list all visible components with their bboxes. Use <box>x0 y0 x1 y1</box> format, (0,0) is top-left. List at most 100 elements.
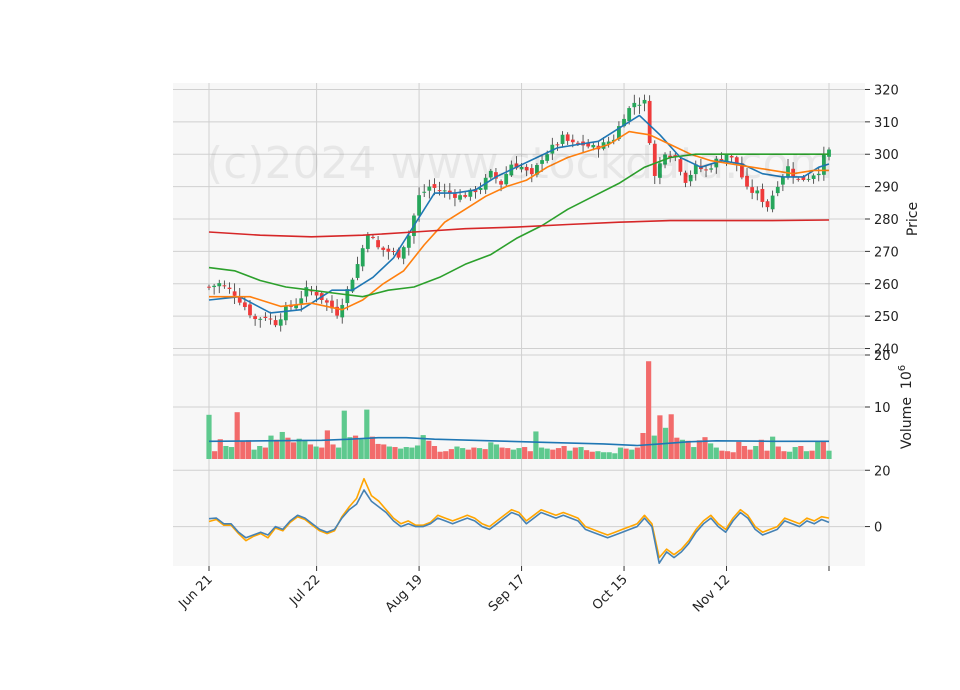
volume-bar <box>307 444 314 459</box>
candle-body <box>278 319 283 326</box>
candle-body <box>217 283 222 287</box>
candle-body <box>340 304 345 318</box>
stock-chart: 240 250 260 270 280 290 300 310 320 10 20 0 20 Jun… <box>0 0 960 690</box>
volume-bar <box>409 447 415 459</box>
volume-bar <box>510 449 516 459</box>
x-tick-label-0: Jun 21 <box>176 572 216 612</box>
candle-body <box>417 195 421 216</box>
volume-bar <box>398 448 404 459</box>
volume-bar <box>319 447 325 459</box>
candle-body <box>360 248 365 267</box>
volume-bar <box>826 450 832 459</box>
volume-bar <box>212 451 218 459</box>
volume-bar <box>753 446 759 459</box>
volume-bar <box>336 447 342 459</box>
volume-bar <box>471 447 477 459</box>
volume-bar <box>600 452 607 459</box>
volume-bar <box>708 443 714 459</box>
candle-body <box>324 300 329 303</box>
candle-body <box>453 193 457 198</box>
candle-body <box>437 190 442 192</box>
volume-bar <box>606 452 612 459</box>
volume-bar <box>691 447 697 459</box>
volume-bar <box>668 414 674 459</box>
volume-bar <box>533 431 539 459</box>
volume-axis-label-main: Volume <box>899 397 915 449</box>
volume-bar <box>465 449 471 459</box>
candle-body <box>283 306 288 321</box>
candle-body <box>770 195 775 210</box>
candle-body <box>765 201 770 208</box>
volume-bar <box>274 439 280 459</box>
candle-body <box>637 104 642 106</box>
volume-bar <box>488 442 494 459</box>
volume-bar <box>257 446 263 459</box>
volume-bar <box>454 446 460 459</box>
candle-body <box>406 235 411 248</box>
candle-body <box>299 298 304 304</box>
volume-bar <box>747 449 753 459</box>
volume-bar <box>550 449 556 459</box>
candle-body <box>391 251 396 253</box>
volume-bar <box>544 448 550 459</box>
volume-bar <box>578 447 584 459</box>
volume-bar <box>724 451 731 459</box>
candle-body <box>253 316 258 320</box>
volume-bar <box>217 439 223 459</box>
volume-bar <box>290 442 297 459</box>
volume-bar <box>296 438 302 459</box>
candle-body <box>422 191 427 193</box>
volume-bar <box>431 446 438 459</box>
volume-ytick-label-1: 20 <box>874 349 891 364</box>
candle-body <box>263 316 268 319</box>
price-ytick-label-8: 320 <box>874 83 899 98</box>
volume-bar <box>657 415 663 459</box>
volume-bar <box>223 446 229 459</box>
price-ytick-label-4: 280 <box>874 213 899 228</box>
volume-bar <box>437 451 443 459</box>
volume-bar <box>770 436 776 459</box>
volume-bar <box>623 448 629 459</box>
candle-body <box>222 285 227 287</box>
price-ytick-label-7: 310 <box>874 116 899 131</box>
candle-body <box>268 318 273 320</box>
volume-bar <box>595 451 601 459</box>
x-tick-label-4: Oct 15 <box>590 572 631 613</box>
price-ytick-label-6: 300 <box>874 148 899 163</box>
x-axis: Jun 21 Jul 22 Aug 19 Sep 17 Oct 15 Nov 12 <box>176 566 830 615</box>
volume-bar <box>792 447 798 459</box>
volume-bar <box>313 446 319 459</box>
volume-bar <box>268 435 274 459</box>
volume-bar <box>803 451 810 459</box>
candle-body <box>632 102 637 108</box>
volume-bar <box>719 450 725 459</box>
volume-bar <box>567 450 573 459</box>
price-ytick-label-1: 250 <box>874 310 899 325</box>
volume-bar <box>460 448 466 459</box>
candle-body <box>760 188 765 202</box>
oscillator-ytick-label-0: 0 <box>874 521 882 536</box>
volume-bar <box>629 449 635 459</box>
volume-bar <box>798 446 804 459</box>
x-tick-label-3: Sep 17 <box>486 572 529 615</box>
volume-bar <box>730 452 736 459</box>
volume-bar <box>696 440 702 459</box>
volume-bar <box>634 447 640 459</box>
volume-bar <box>764 450 770 459</box>
candle-body <box>463 195 468 197</box>
candle-body <box>381 247 386 250</box>
candle-body <box>258 318 263 320</box>
volume-bar <box>815 441 821 459</box>
volume-bar <box>516 448 522 459</box>
volume-bar <box>713 447 719 459</box>
volume-bar <box>302 440 308 459</box>
chart-canvas: 240250260270280290300310320 1020 020 Jun… <box>173 83 921 615</box>
candle-body <box>365 235 370 249</box>
volume-bar <box>651 435 657 459</box>
volume-bar <box>426 440 432 459</box>
volume-bar <box>612 453 618 459</box>
volume-bar <box>476 448 483 459</box>
volume-bar <box>369 436 376 459</box>
candle-body <box>232 291 237 296</box>
volume-bar <box>572 447 578 459</box>
